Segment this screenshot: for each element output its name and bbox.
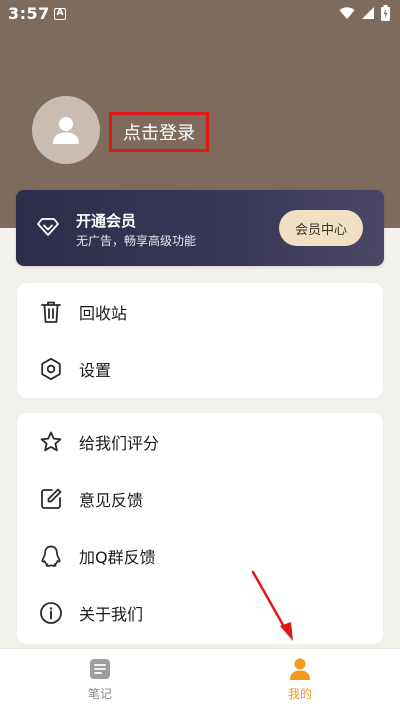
- menu-item-label: 设置: [79, 360, 112, 380]
- vip-subtitle: 无广告，畅享高级功能: [76, 234, 197, 248]
- menu-item-label: 关于我们: [79, 604, 144, 624]
- menu-group-2: 给我们评分 意见反馈 加Q群反馈 关于我们: [17, 413, 383, 644]
- vip-card[interactable]: 开通会员 无广告，畅享高级功能 会员中心: [16, 190, 384, 266]
- login-label: 点击登录: [123, 123, 195, 144]
- tab-mine[interactable]: 我的: [260, 657, 340, 702]
- menu-item-label: 加Q群反馈: [79, 547, 156, 567]
- avatar[interactable]: [32, 96, 100, 164]
- menu-item-settings[interactable]: 设置: [17, 340, 383, 397]
- person-icon: [53, 117, 79, 144]
- qq-icon: [39, 544, 63, 568]
- note-icon: [88, 657, 112, 681]
- login-button[interactable]: 点击登录: [109, 112, 209, 152]
- menu-item-label: 回收站: [79, 303, 128, 323]
- trash-icon: [39, 300, 63, 324]
- menu-group-1: 回收站 设置: [17, 283, 383, 398]
- gear-icon: [39, 357, 63, 381]
- menu-item-qq-group-feedback[interactable]: 加Q群反馈: [17, 527, 383, 584]
- menu-item-feedback[interactable]: 意见反馈: [17, 470, 383, 527]
- tab-label: 我的: [287, 687, 312, 701]
- star-icon: [39, 430, 63, 454]
- status-time: 3:57: [8, 4, 50, 23]
- menu-item-label: 给我们评分: [79, 433, 160, 453]
- menu-item-about-us[interactable]: 关于我们: [17, 584, 383, 641]
- menu-item-recycle-bin[interactable]: 回收站: [17, 283, 383, 340]
- diamond-icon: [37, 218, 59, 236]
- tab-label: 笔记: [87, 687, 112, 701]
- signal-icon: [362, 7, 374, 19]
- menu-item-rate-us[interactable]: 给我们评分: [17, 413, 383, 470]
- edit-icon: [39, 487, 63, 511]
- vip-title: 开通会员: [76, 212, 137, 230]
- annotation-arrow: [251, 570, 293, 641]
- member-center-button[interactable]: 会员中心: [279, 210, 363, 246]
- bottom-tab-bar: 笔记 我的: [0, 648, 400, 711]
- battery-icon: [381, 5, 390, 21]
- status-icons: [339, 5, 390, 21]
- notification-badge-icon: A: [54, 8, 66, 20]
- wifi-icon: [339, 7, 355, 19]
- person-icon: [288, 657, 312, 681]
- tab-notes[interactable]: 笔记: [60, 657, 140, 702]
- info-icon: [39, 601, 63, 625]
- status-bar: 3:57 A: [0, 0, 400, 28]
- menu-item-label: 意见反馈: [79, 490, 144, 510]
